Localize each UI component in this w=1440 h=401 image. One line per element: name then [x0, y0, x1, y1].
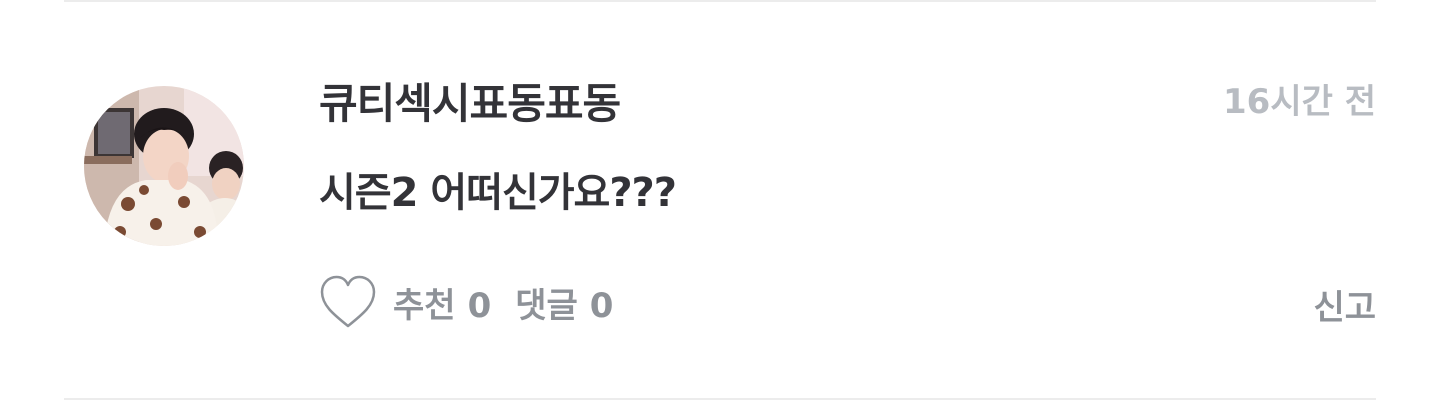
avatar-photo	[84, 86, 244, 246]
like-label: 추천	[393, 285, 456, 326]
top-divider	[64, 0, 1376, 2]
comment-username[interactable]: 큐티섹시표동표동	[319, 70, 621, 131]
like-count: 추천 0	[393, 278, 491, 327]
like-count-value: 0	[467, 285, 492, 326]
avatar[interactable]	[84, 86, 244, 246]
comment-text: 시즌2 어떠신가요???	[319, 170, 677, 216]
comment-count-value: 0	[589, 285, 614, 326]
bottom-divider	[64, 398, 1376, 400]
comment-timestamp: 16시간 전	[1223, 82, 1376, 122]
report-button[interactable]: 신고	[1313, 280, 1376, 329]
comment-actions: 추천 0 댓글 0	[319, 272, 613, 332]
comment-count[interactable]: 댓글 0	[515, 278, 613, 327]
like-button[interactable]: 추천 0	[319, 274, 491, 330]
heart-icon[interactable]	[319, 274, 377, 330]
comment-label: 댓글	[515, 285, 578, 326]
